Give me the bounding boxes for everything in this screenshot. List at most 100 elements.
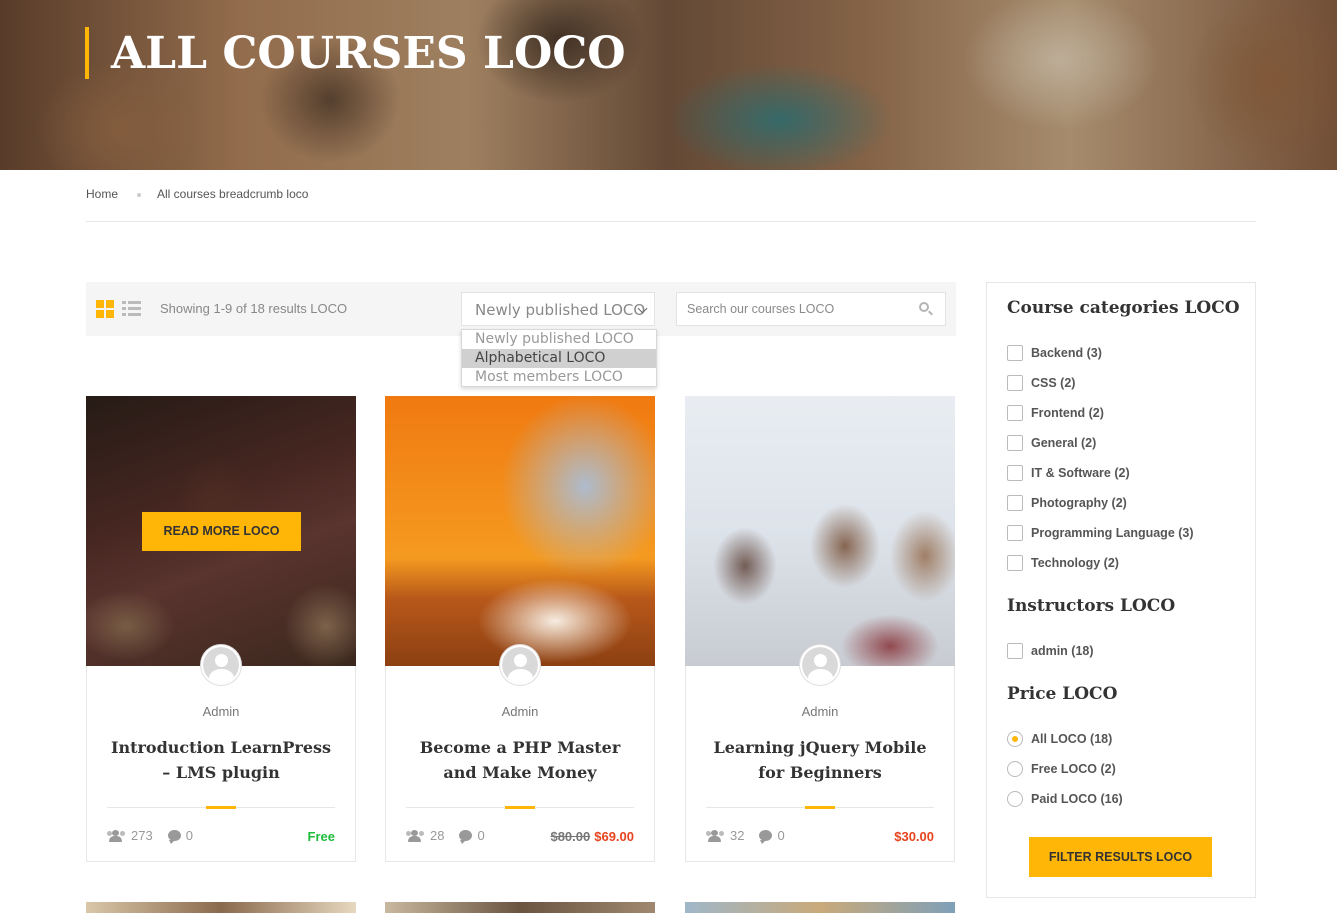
radio-button[interactable] [1007, 761, 1023, 777]
price-option-label: Paid LOCO (16) [1031, 792, 1123, 806]
category-filter-it-software[interactable]: IT & Software (2) [1007, 465, 1130, 481]
comment-icon [759, 830, 773, 844]
sort-dropdown-menu: Newly published LOCO Alphabetical LOCO M… [461, 329, 657, 387]
student-count: 273 [131, 828, 153, 843]
page-title: ALL COURSES LOCO [111, 28, 626, 79]
read-more-button[interactable]: READ MORE LOCO [142, 512, 301, 551]
category-label: Technology (2) [1031, 556, 1119, 570]
category-filter-programming-language[interactable]: Programming Language (3) [1007, 525, 1194, 541]
checkbox[interactable] [1007, 435, 1023, 451]
sort-option-alphabetical[interactable]: Alphabetical LOCO [462, 349, 656, 368]
category-filter-general[interactable]: General (2) [1007, 435, 1096, 451]
course-thumbnail[interactable] [385, 396, 655, 666]
grid-view-icon[interactable] [96, 300, 114, 318]
category-filter-technology[interactable]: Technology (2) [1007, 555, 1119, 571]
radio-button[interactable] [1007, 731, 1023, 747]
category-filter-photography[interactable]: Photography (2) [1007, 495, 1127, 511]
student-count: 32 [730, 828, 745, 843]
course-card[interactable]: Admin Become a PHP Master and Make Money… [385, 396, 655, 862]
course-thumbnail[interactable] [685, 396, 955, 666]
course-thumbnail[interactable] [86, 902, 356, 913]
category-label: Frontend (2) [1031, 406, 1104, 420]
search-input[interactable] [677, 293, 917, 325]
avatar [201, 645, 241, 685]
comment-count: 0 [477, 828, 485, 843]
course-meta: 32 0 [706, 828, 785, 844]
card-divider-accent [805, 806, 835, 809]
price-filter-paid[interactable]: Paid LOCO (16) [1007, 791, 1123, 807]
instructor-filter-admin[interactable]: admin (18) [1007, 643, 1094, 659]
search-icon[interactable] [919, 302, 933, 316]
hero-accent-bar [85, 27, 89, 79]
checkbox[interactable] [1007, 465, 1023, 481]
course-title[interactable]: Introduction LearnPress – LMS plugin [107, 735, 335, 785]
price-option-label: All LOCO (18) [1031, 732, 1113, 746]
category-label: General (2) [1031, 436, 1097, 450]
breadcrumb-current: All courses breadcrumb loco [157, 187, 309, 201]
course-thumbnail[interactable] [685, 902, 955, 913]
checkbox[interactable] [1007, 643, 1023, 659]
price-value: $30.00 [894, 829, 934, 844]
sort-select[interactable]: Newly published LOCO [461, 292, 655, 326]
card-divider-accent [505, 806, 535, 809]
price-option-label: Free LOCO (2) [1031, 762, 1116, 776]
price-filter-all[interactable]: All LOCO (18) [1007, 731, 1112, 747]
breadcrumb-divider [86, 221, 1256, 222]
price-value: Free [307, 829, 335, 844]
course-card[interactable]: Admin Learning jQuery Mobile for Beginne… [685, 396, 955, 862]
category-label: Programming Language (3) [1031, 526, 1194, 540]
breadcrumb-separator-icon [137, 193, 142, 197]
filter-sidebar: Course categories LOCO Backend (3) CSS (… [986, 282, 1256, 898]
breadcrumb-home-link[interactable]: Home [86, 187, 118, 201]
course-author[interactable]: Admin [87, 704, 355, 719]
price-value: $69.00 [594, 829, 634, 844]
category-label: CSS (2) [1031, 376, 1076, 390]
instructors-heading: Instructors LOCO [1007, 596, 1176, 616]
sort-option-newly-published[interactable]: Newly published LOCO [462, 330, 656, 349]
avatar [500, 645, 540, 685]
avatar [800, 645, 840, 685]
price-filter-free[interactable]: Free LOCO (2) [1007, 761, 1116, 777]
course-title[interactable]: Become a PHP Master and Make Money [406, 735, 634, 785]
course-author[interactable]: Admin [686, 704, 954, 719]
price-heading: Price LOCO [1007, 684, 1118, 704]
course-search [676, 292, 946, 326]
course-price: Free [308, 829, 335, 844]
checkbox[interactable] [1007, 345, 1023, 361]
comment-icon [167, 830, 181, 844]
comment-count: 0 [185, 828, 193, 843]
checkbox[interactable] [1007, 495, 1023, 511]
breadcrumb: Home All courses breadcrumb loco [86, 187, 308, 201]
original-price: $80.00 [550, 829, 591, 844]
course-author[interactable]: Admin [386, 704, 654, 719]
results-count: Showing 1-9 of 18 results LOCO [160, 301, 348, 316]
sort-option-most-members[interactable]: Most members LOCO [462, 368, 656, 387]
comment-count: 0 [777, 828, 785, 843]
category-filter-css[interactable]: CSS (2) [1007, 375, 1075, 391]
course-price: $80.00 $69.00 [550, 829, 634, 844]
sort-select-value: Newly published LOCO [475, 301, 646, 319]
category-filter-frontend[interactable]: Frontend (2) [1007, 405, 1104, 421]
checkbox[interactable] [1007, 405, 1023, 421]
filter-results-button[interactable]: FILTER RESULTS LOCO [1029, 837, 1212, 877]
categories-heading: Course categories LOCO [1007, 298, 1240, 318]
category-label: IT & Software (2) [1031, 466, 1130, 480]
checkbox[interactable] [1007, 525, 1023, 541]
student-count: 28 [430, 828, 445, 843]
category-filter-backend[interactable]: Backend (3) [1007, 345, 1102, 361]
comment-icon [459, 830, 473, 844]
checkbox[interactable] [1007, 375, 1023, 391]
users-icon [406, 829, 424, 842]
users-icon [107, 829, 125, 842]
card-divider-accent [206, 806, 236, 809]
course-meta: 273 0 [107, 828, 193, 844]
users-icon [706, 829, 724, 842]
checkbox[interactable] [1007, 555, 1023, 571]
radio-button[interactable] [1007, 791, 1023, 807]
course-title[interactable]: Learning jQuery Mobile for Beginners [706, 735, 934, 785]
course-price: $30.00 [894, 829, 934, 844]
course-thumbnail[interactable] [385, 902, 655, 913]
list-view-icon[interactable] [122, 301, 142, 317]
course-card[interactable]: READ MORE LOCO Admin Introduction LearnP… [86, 396, 356, 862]
instructor-label: admin (18) [1031, 644, 1094, 658]
